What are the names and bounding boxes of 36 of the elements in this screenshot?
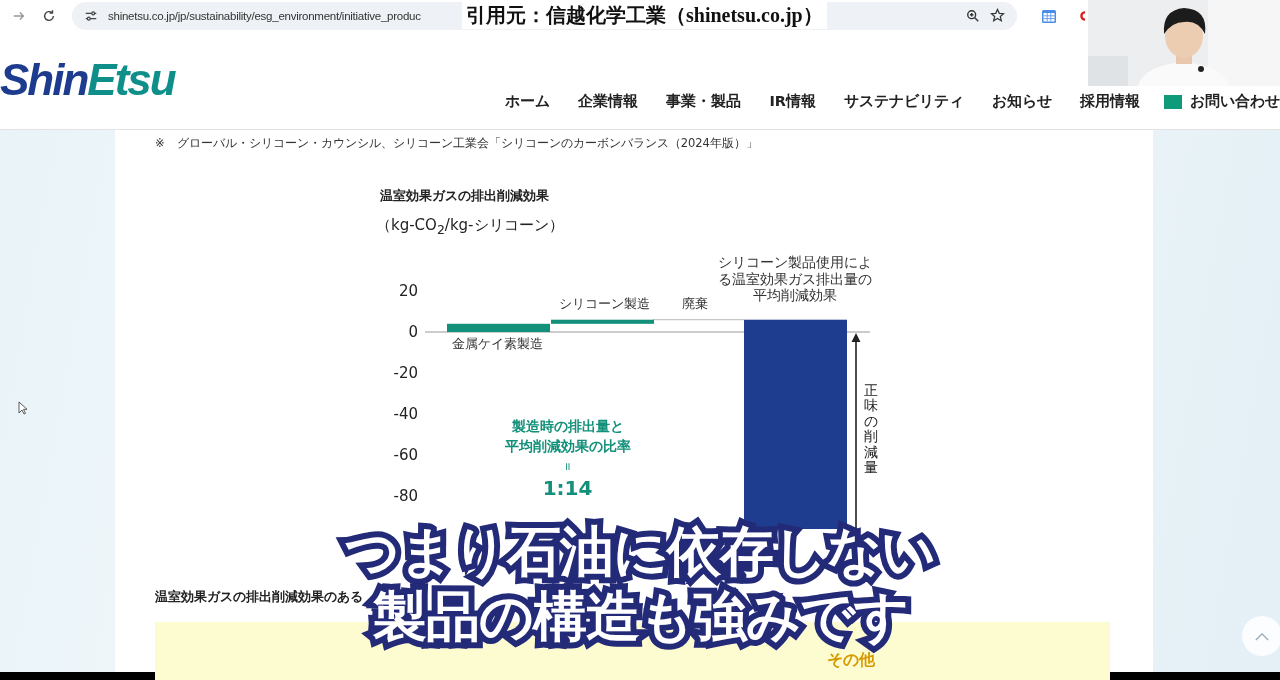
nav-link[interactable]: お知らせ (992, 92, 1052, 111)
net-reduction-label: 正味の削減量 (864, 383, 878, 476)
footnote: ※ グローバル・シリコーン・カウンシル、シリコーン工業会「シリコーンのカーボンバランス（2024年版）」 (155, 136, 759, 151)
site-info-icon[interactable] (84, 8, 98, 23)
y-tick-label: -40 (392, 405, 418, 423)
y-tick-label: 0 (407, 323, 418, 341)
bar-label: シリコーン製造 (559, 295, 650, 313)
calendar-icon[interactable] (1041, 7, 1057, 24)
axis-unit: （kg-CO$_{2}$/kg-シリコーン） (376, 216, 565, 237)
nav-link[interactable]: ホーム (505, 92, 551, 111)
bar-label: 廃棄 (682, 295, 708, 313)
bar-label: シリコーン製品使用による温室効果ガス排出量の平均削減効果 (717, 253, 873, 305)
y-tick-label: -60 (392, 446, 418, 464)
zoom-icon[interactable] (966, 8, 980, 23)
chart-title: 温室効果ガスの排出削減効果 (380, 188, 550, 205)
contact-link[interactable]: お問い合わせ (1164, 92, 1280, 111)
ratio-label: 1:14 (541, 476, 594, 500)
annotation: 製造時の排出量と (510, 417, 625, 436)
y-tick-label: -80 (392, 487, 418, 505)
logo[interactable]: ShinEtsu (0, 58, 175, 102)
star-icon[interactable] (990, 8, 1005, 23)
nav-link[interactable]: サステナビリティ (844, 92, 964, 111)
cursor-icon (18, 401, 28, 415)
chevron-up-icon (1255, 631, 1269, 641)
y-tick-label: 20 (397, 282, 418, 300)
reload-icon[interactable] (42, 8, 56, 23)
nav-link[interactable]: 事業・製品 (666, 92, 742, 111)
nav-link[interactable]: 採用情報 (1080, 92, 1140, 111)
annotation: 平均削減効果の比率 (503, 437, 632, 456)
bar-label: 金属ケイ素製造 (452, 336, 543, 353)
y-tick-label: -20 (392, 364, 418, 382)
equals-mark: ॥ (563, 459, 572, 473)
nav-link[interactable]: 企業情報 (578, 92, 639, 111)
nav-link[interactable]: IR情報 (769, 92, 816, 111)
section-heading: 温室効果ガスの排出削減効果のある (155, 589, 364, 606)
source-caption: 引用元：信越化学工業（shinetsu.co.jp） (462, 2, 827, 29)
